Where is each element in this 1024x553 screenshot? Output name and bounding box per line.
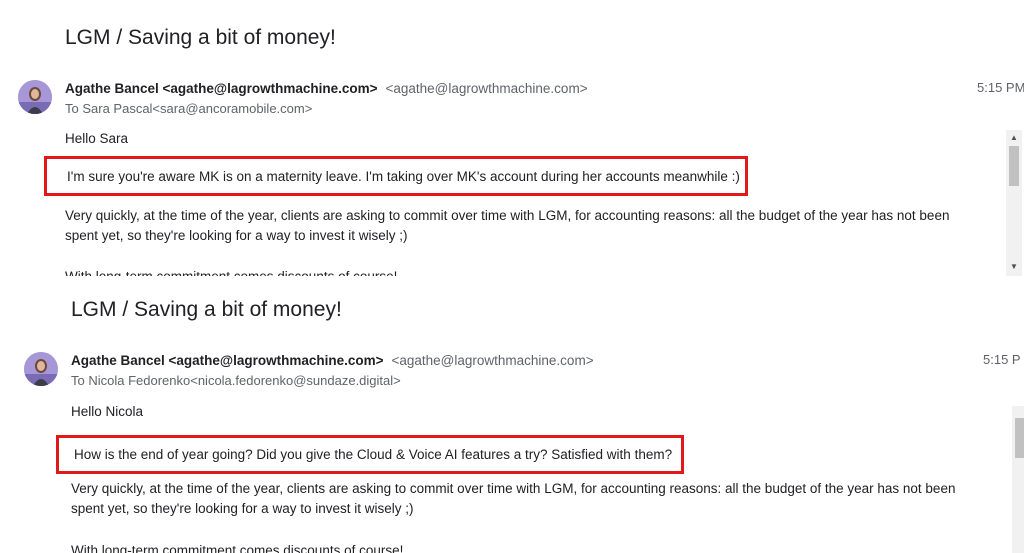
email-scrollbar[interactable] bbox=[1012, 406, 1024, 553]
sender-line: Agathe Bancel <agathe@lagrowthmachine.co… bbox=[65, 81, 588, 96]
recipient-line: To Sara Pascal<sara@ancoramobile.com> bbox=[65, 101, 313, 116]
scroll-down-icon[interactable]: ▼ bbox=[1006, 259, 1022, 273]
sender-name[interactable]: Agathe Bancel <agathe@lagrowthmachine.co… bbox=[71, 353, 384, 368]
email-subject: LGM / Saving a bit of money! bbox=[71, 298, 342, 321]
email-timestamp: 5:15 P bbox=[983, 352, 1021, 367]
email-greeting: Hello Nicola bbox=[71, 404, 144, 419]
scroll-thumb[interactable] bbox=[1015, 418, 1024, 458]
email-timestamp: 5:15 PM bbox=[977, 80, 1024, 95]
avatar-photo-icon bbox=[24, 352, 58, 386]
sender-line: Agathe Bancel <agathe@lagrowthmachine.co… bbox=[71, 353, 594, 368]
highlighted-sentence: I'm sure you're aware MK is on a materni… bbox=[44, 156, 748, 196]
email-paragraph: Very quickly, at the time of the year, c… bbox=[65, 208, 950, 243]
email-cutoff-line: With long-term commitment comes discount… bbox=[71, 543, 404, 553]
highlighted-text: I'm sure you're aware MK is on a materni… bbox=[67, 168, 740, 184]
scroll-up-icon[interactable]: ▲ bbox=[1006, 130, 1022, 144]
email-subject: LGM / Saving a bit of money! bbox=[65, 26, 336, 49]
sender-name[interactable]: Agathe Bancel <agathe@lagrowthmachine.co… bbox=[65, 81, 378, 96]
highlighted-sentence: How is the end of year going? Did you gi… bbox=[56, 435, 684, 474]
scroll-thumb[interactable] bbox=[1009, 146, 1019, 186]
recipient-line: To Nicola Fedorenko<nicola.fedorenko@sun… bbox=[71, 373, 401, 388]
email-panel-nicola: LGM / Saving a bit of money! Agathe Banc… bbox=[0, 276, 1024, 553]
email-cutoff-line: With long-term commitment comes discount… bbox=[65, 267, 397, 276]
email-panel-sara: LGM / Saving a bit of money! Agathe Banc… bbox=[0, 0, 1024, 276]
email-greeting: Hello Sara bbox=[65, 131, 129, 146]
avatar-photo-icon bbox=[18, 80, 52, 114]
sender-avatar[interactable] bbox=[18, 80, 52, 114]
sender-email: <agathe@lagrowthmachine.com> bbox=[391, 353, 594, 368]
email-paragraph: Very quickly, at the time of the year, c… bbox=[71, 481, 956, 516]
email-scrollbar[interactable]: ▲ ▼ bbox=[1006, 130, 1022, 276]
sender-email: <agathe@lagrowthmachine.com> bbox=[385, 81, 588, 96]
highlighted-text: How is the end of year going? Did you gi… bbox=[74, 447, 673, 462]
sender-avatar[interactable] bbox=[24, 352, 58, 386]
